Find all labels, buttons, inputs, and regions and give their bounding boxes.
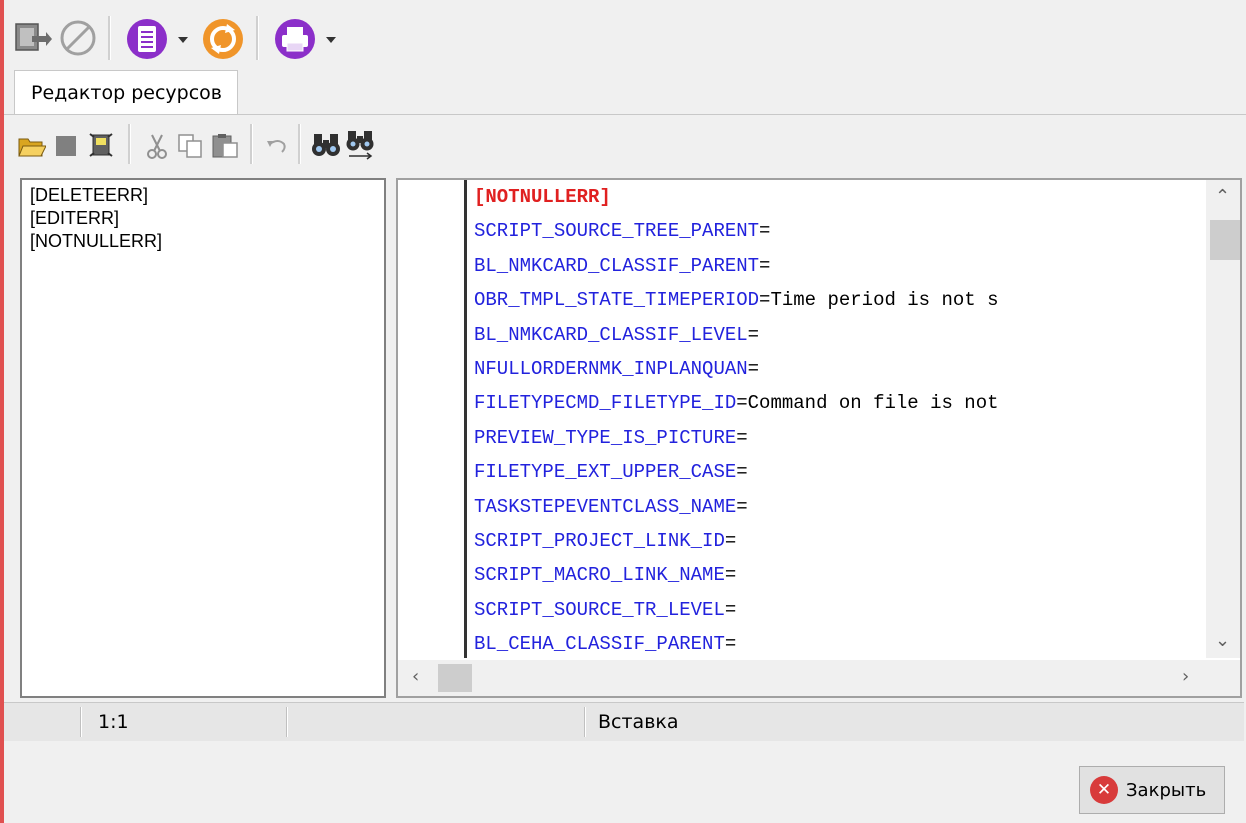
code-line: SCRIPT_SOURCE_TREE_PARENT= xyxy=(474,220,771,243)
tab-label: Редактор ресурсов xyxy=(31,81,222,104)
insert-mode: Вставка xyxy=(598,711,679,733)
save-icon[interactable] xyxy=(86,130,116,160)
vertical-scroll-thumb[interactable] xyxy=(1210,220,1240,260)
status-divider xyxy=(80,707,82,737)
close-button[interactable]: ✕ Закрыть xyxy=(1079,766,1225,814)
section-tree[interactable]: [DELETEERR] [EDITERR] [NOTNULLERR] xyxy=(20,178,386,698)
undo-icon[interactable] xyxy=(264,132,290,160)
tab-resource-editor[interactable]: Редактор ресурсов xyxy=(14,70,238,114)
paste-icon[interactable] xyxy=(210,132,240,160)
open-folder-icon[interactable] xyxy=(18,132,46,160)
code-line: BL_CEHA_CLASSIF_PARENT= xyxy=(474,633,737,656)
stop-icon[interactable] xyxy=(52,132,80,160)
scroll-up-icon[interactable]: ⌃ xyxy=(1215,186,1230,207)
editor-toolbar xyxy=(4,118,1244,174)
toolbar-separator xyxy=(256,16,259,60)
horizontal-scroll-thumb[interactable] xyxy=(438,664,472,692)
copy-icon[interactable] xyxy=(176,132,204,160)
tab-strip: Редактор ресурсов xyxy=(4,70,1246,115)
code-line: FILETYPECMD_FILETYPE_ID=Command on file … xyxy=(474,392,999,415)
code-line: OBR_TMPL_STATE_TIMEPERIOD=Time period is… xyxy=(474,289,999,312)
toolbar-separator xyxy=(128,124,131,164)
horizontal-scrollbar[interactable]: ‹ › xyxy=(398,660,1206,696)
scroll-down-icon[interactable]: ⌄ xyxy=(1215,630,1230,651)
cursor-position: 1:1 xyxy=(98,711,129,733)
toolbar-separator xyxy=(250,124,253,164)
find-icon[interactable] xyxy=(310,130,342,160)
print-icon[interactable] xyxy=(272,16,318,62)
code-section-header: [NOTNULLERR] xyxy=(474,186,611,208)
scroll-left-icon[interactable]: ‹ xyxy=(412,666,419,687)
document-dropdown-icon[interactable] xyxy=(178,37,188,43)
code-line: SCRIPT_MACRO_LINK_NAME= xyxy=(474,564,737,587)
code-line: SCRIPT_SOURCE_TR_LEVEL= xyxy=(474,598,737,621)
code-line: SCRIPT_PROJECT_LINK_ID= xyxy=(474,529,737,552)
close-circle-icon: ✕ xyxy=(1090,776,1118,804)
scroll-corner xyxy=(1206,660,1240,696)
code-editor[interactable]: [NOTNULLERR] SCRIPT_SOURCE_TREE_PARENT= … xyxy=(396,178,1242,698)
vertical-scrollbar[interactable]: ⌃ ⌄ xyxy=(1206,180,1240,658)
main-toolbar xyxy=(4,4,1244,70)
code-text-area[interactable]: [NOTNULLERR] SCRIPT_SOURCE_TREE_PARENT= … xyxy=(474,180,1206,658)
status-divider xyxy=(584,707,586,737)
exit-icon[interactable] xyxy=(12,18,52,58)
code-line: TASKSTEPEVENTCLASS_NAME= xyxy=(474,495,748,518)
status-divider xyxy=(286,707,288,737)
cancel-icon[interactable] xyxy=(58,18,98,58)
scroll-right-icon[interactable]: › xyxy=(1182,666,1189,687)
tree-item[interactable]: [EDITERR] xyxy=(22,207,384,230)
code-line: BL_NMKCARD_CLASSIF_LEVEL= xyxy=(474,323,760,346)
tree-item[interactable]: [DELETEERR] xyxy=(22,184,384,207)
gutter-divider xyxy=(464,180,467,658)
code-line: PREVIEW_TYPE_IS_PICTURE= xyxy=(474,426,748,449)
code-line: FILETYPE_EXT_UPPER_CASE= xyxy=(474,461,748,484)
refresh-icon[interactable] xyxy=(200,16,246,62)
toolbar-separator xyxy=(108,16,111,60)
code-line: NFULLORDERNMK_INPLANQUAN= xyxy=(474,357,760,380)
print-dropdown-icon[interactable] xyxy=(326,37,336,43)
cut-icon[interactable] xyxy=(144,132,170,160)
replace-icon[interactable] xyxy=(344,128,376,162)
status-bar: 1:1 Вставка xyxy=(4,702,1244,741)
code-line: BL_NMKCARD_CLASSIF_PARENT= xyxy=(474,254,771,277)
tree-item[interactable]: [NOTNULLERR] xyxy=(22,230,384,253)
close-button-label: Закрыть xyxy=(1126,779,1207,801)
toolbar-separator xyxy=(298,124,301,164)
document-icon[interactable] xyxy=(124,16,170,62)
